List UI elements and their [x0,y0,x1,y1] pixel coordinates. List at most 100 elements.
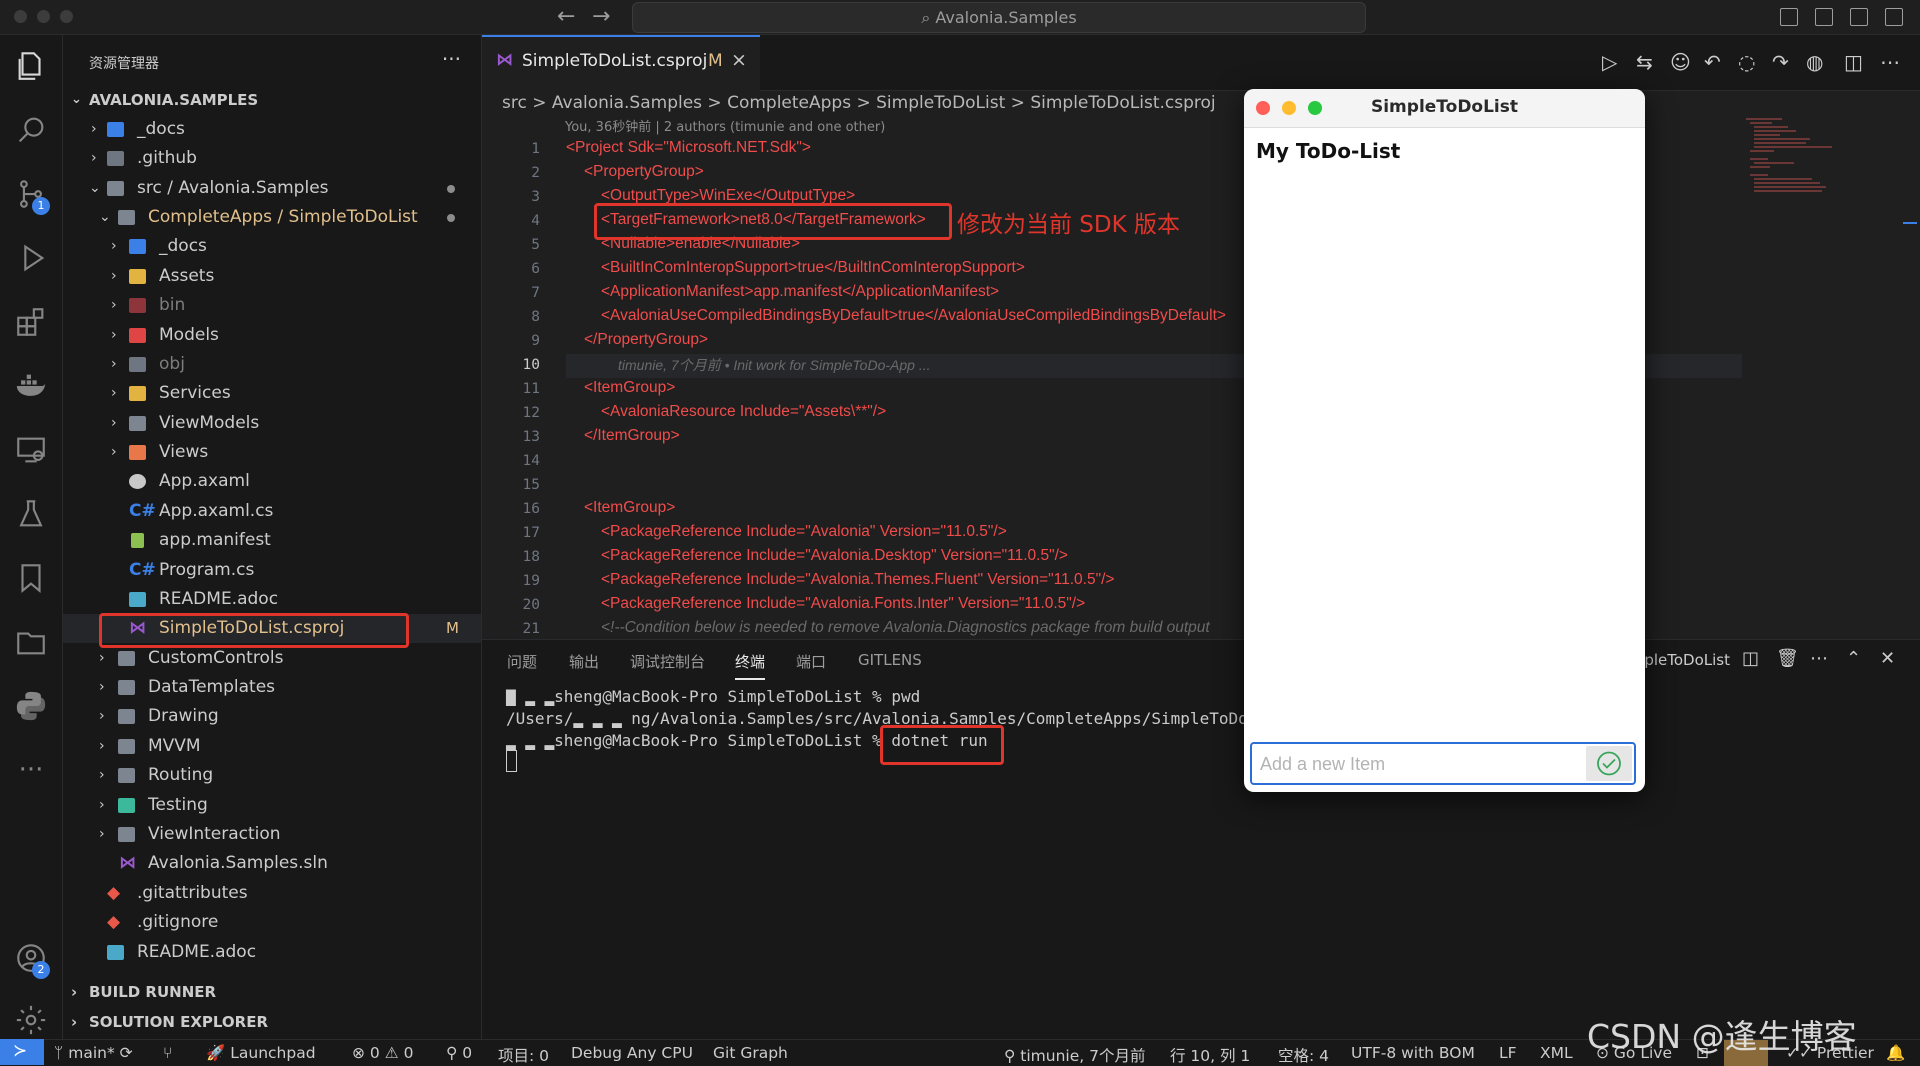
code-line-19[interactable]: <PackageReference Include="Avalonia.Them… [601,571,1114,589]
breadcrumb[interactable]: src > Avalonia.Samples > CompleteApps > … [502,90,1216,116]
code-line-20[interactable]: <PackageReference Include="Avalonia.Font… [601,595,1085,613]
source-control-icon[interactable]: 1 [14,177,50,215]
tree-item-drawing[interactable]: › Drawing [63,702,481,731]
panel-tab-gitlens[interactable]: GITLENS [858,651,922,669]
previous-commit-icon[interactable]: ◌ [1738,50,1755,74]
tree-item-obj[interactable]: › obj [63,350,481,379]
split-editor-icon[interactable]: ◫ [1844,50,1863,74]
line-blame-status[interactable]: ⚲ timunie, 7个月前 [1004,1044,1145,1066]
window-minimize-button[interactable] [37,10,50,23]
tree-item-docs[interactable]: › _docs [63,115,481,144]
tree-item-readme-root[interactable]: README.adoc [63,938,481,967]
gitlens-icon[interactable]: ◍ [1806,50,1823,74]
tree-item-sln[interactable]: ⋈ Avalonia.Samples.sln [63,849,481,878]
build-runner-section[interactable]: › BUILD RUNNER [63,979,481,1005]
bookmarks-icon[interactable] [14,561,48,595]
split-terminal-icon[interactable]: ◫ [1742,648,1759,669]
code-line-8[interactable]: <AvaloniaUseCompiledBindingsByDefault>tr… [601,307,1243,325]
tree-item-routing[interactable]: › Routing [63,761,481,790]
maximize-panel-icon[interactable]: ⌃ [1846,648,1861,669]
panel-tab-debug-console[interactable]: 调试控制台 [630,651,705,672]
code-line-16[interactable]: <ItemGroup> [584,499,675,517]
code-line-17[interactable]: <PackageReference Include="Avalonia" Ver… [601,523,1007,541]
tree-item-testing[interactable]: › Testing [63,791,481,820]
solution-explorer-section[interactable]: › SOLUTION EXPLORER [63,1009,481,1035]
eol-status[interactable]: LF [1499,1044,1517,1062]
tree-item-app-axaml-cs[interactable]: C# App.axaml.cs [63,497,481,526]
customize-layout-icon[interactable] [1885,8,1903,26]
more-actions-icon[interactable]: ⋯ [1880,50,1900,74]
search-icon[interactable] [14,113,48,147]
new-item-input[interactable] [1258,747,1580,782]
remote-explorer-icon[interactable] [14,433,48,467]
launchpad-status[interactable]: 🚀 Launchpad [206,1044,316,1062]
window-close-button[interactable] [14,10,27,23]
tree-item-mvvm[interactable]: › MVVM [63,732,481,761]
panel-tab-problems[interactable]: 问题 [507,651,537,672]
open-changes-icon[interactable]: ↶ [1704,50,1721,74]
indentation-status[interactable]: 空格: 4 [1278,1044,1329,1066]
accounts-icon[interactable]: 2 [14,941,50,979]
gear-icon[interactable] [14,1003,48,1037]
inline-blame[interactable]: timunie, 7个月前 • Init work for SimpleToDo… [618,355,931,375]
code-line-12[interactable]: <AvaloniaResource Include="Assets\**"/> [601,403,886,421]
tree-item-models[interactable]: › Models [63,321,481,350]
toggle-panel-icon[interactable] [1815,8,1833,26]
debug-config-status[interactable]: Debug Any CPU [571,1044,693,1062]
close-icon[interactable]: × [731,49,747,71]
language-status[interactable]: XML [1540,1044,1573,1062]
run-icon[interactable]: ▷ [1602,50,1617,74]
tree-item-gitignore[interactable]: ◆ .gitignore [63,908,481,937]
code-line-18[interactable]: <PackageReference Include="Avalonia.Desk… [601,547,1068,565]
bell-icon[interactable]: 🔔 [1886,1044,1905,1062]
tree-item-assets[interactable]: › Assets [63,262,481,291]
testing-icon[interactable] [14,497,48,531]
more-actions-icon[interactable]: ··· [442,47,461,71]
explorer-icon[interactable] [14,49,48,83]
forward-arrow-icon[interactable]: → [592,4,610,29]
tree-item-docs-2[interactable]: › _docs [63,232,481,261]
add-item-button[interactable] [1586,746,1632,781]
docker-icon[interactable] [14,369,48,403]
tree-item-views[interactable]: › Views [63,438,481,467]
gitlens-author-icon[interactable]: ☺ [1670,50,1691,74]
tree-item-github[interactable]: › .github [63,144,481,173]
more-actions-icon[interactable]: ⋯ [1810,648,1828,669]
tree-item-gitattributes[interactable]: ◆ .gitattributes [63,879,481,908]
new-item-field[interactable] [1250,742,1636,785]
tree-item-readme[interactable]: README.adoc [63,585,481,614]
project-manager-icon[interactable] [14,625,48,659]
codelens-blame[interactable]: You, 36秒钟前 | 2 authors (timunie and one … [565,116,885,135]
problems-status[interactable]: ⊗ 0 ⚠ 0 [352,1044,413,1062]
minimap[interactable] [1742,115,1912,195]
code-line-7[interactable]: <ApplicationManifest>app.manifest</Appli… [601,283,999,301]
python-icon[interactable] [14,689,48,723]
code-line-2[interactable]: <PropertyGroup> [584,163,704,181]
cursor-position-status[interactable]: 行 10, 列 1 [1170,1044,1250,1066]
tree-item-viewinteraction[interactable]: › ViewInteraction [63,820,481,849]
code-line-9[interactable]: </PropertyGroup> [584,331,708,349]
toggle-sidebar-icon[interactable] [1780,8,1798,26]
code-line-21[interactable]: <!--Condition below is needed to remove … [601,619,1243,637]
code-line-1[interactable]: <Project Sdk="Microsoft.NET.Sdk"> [566,139,811,157]
panel-tab-terminal[interactable]: 终端 [735,651,766,680]
code-line-11[interactable]: <ItemGroup> [584,379,675,397]
window-zoom-button[interactable] [60,10,73,23]
next-commit-icon[interactable]: ↷ [1772,50,1789,74]
branch-status[interactable]: ᛘ main* ⟳ [54,1044,133,1062]
encoding-status[interactable]: UTF-8 with BOM [1351,1044,1475,1062]
trash-icon[interactable]: 🗑 [1776,648,1799,669]
run-debug-icon[interactable] [14,241,48,275]
tree-item-app-axaml[interactable]: App.axaml [63,467,481,496]
tree-item-bin[interactable]: › bin [63,291,481,320]
terminal-cursor[interactable] [506,750,517,772]
toggle-secondary-sidebar-icon[interactable] [1850,8,1868,26]
tree-item-customcontrols[interactable]: › CustomControls [63,644,481,673]
remote-indicator[interactable]: ≻ [0,1039,44,1065]
tree-item-datatemplates[interactable]: › DataTemplates [63,673,481,702]
tree-item-viewmodels[interactable]: › ViewModels [63,409,481,438]
back-arrow-icon[interactable]: ← [557,4,575,29]
git-graph-status-icon[interactable]: ⑂ [163,1044,172,1062]
tree-item-completeapps[interactable]: ⌄ CompleteApps / SimpleToDoList [63,203,481,232]
more-views-icon[interactable]: ··· [14,755,48,789]
